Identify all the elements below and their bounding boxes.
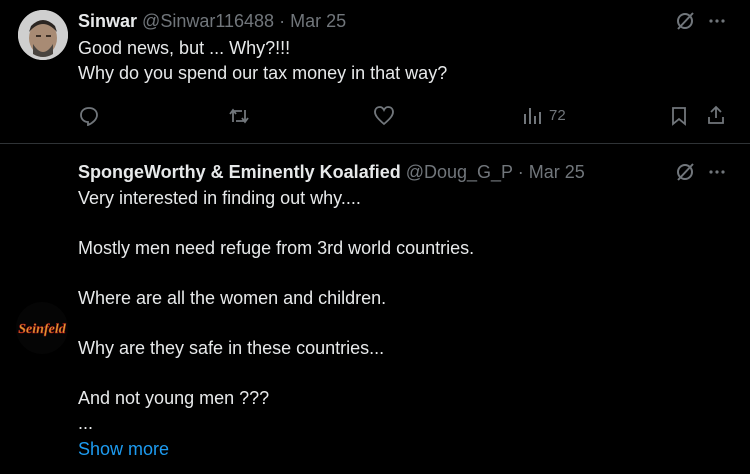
display-name[interactable]: SpongeWorthy & Eminently Koalafied [78, 162, 401, 182]
retweet-icon[interactable] [228, 106, 250, 126]
tweet-text: Good news, but ... Why?!!! Why do you sp… [78, 38, 448, 83]
tweet-header: SpongeWorthy & Eminently Koalafied @Doug… [78, 161, 585, 183]
share-icon[interactable] [706, 105, 726, 125]
grok-icon[interactable] [674, 10, 696, 32]
timestamp[interactable]: Mar 25 [290, 11, 346, 31]
handle[interactable]: @Doug_G_P [406, 162, 513, 182]
avatar-logo-text: Seinfeld [18, 322, 66, 337]
tweet[interactable]: Sinwar @Sinwar116488 · Mar 25 Good news,… [0, 0, 750, 144]
like-icon[interactable] [373, 106, 395, 126]
display-name[interactable]: Sinwar [78, 11, 137, 31]
reply-icon[interactable] [79, 106, 99, 126]
more-icon[interactable] [708, 12, 726, 30]
separator: · [279, 11, 286, 31]
more-icon[interactable] [708, 163, 726, 181]
views-icon[interactable] [522, 106, 542, 126]
avatar[interactable] [18, 10, 68, 60]
tweet-header: Sinwar @Sinwar116488 · Mar 25 [78, 10, 346, 32]
view-count: 72 [549, 107, 566, 124]
handle[interactable]: @Sinwar116488 [142, 11, 274, 31]
show-more-link[interactable]: Show more [78, 439, 169, 460]
timestamp[interactable]: Mar 25 [529, 162, 585, 182]
avatar[interactable]: Seinfeld [16, 302, 68, 354]
grok-icon[interactable] [674, 161, 696, 183]
tweet[interactable]: Seinfeld SpongeWorthy & Eminently Koalaf… [0, 144, 750, 474]
bookmark-icon[interactable] [670, 106, 688, 126]
tweet-text: Very interested in finding out why.... M… [78, 188, 475, 433]
separator: · [517, 162, 524, 182]
